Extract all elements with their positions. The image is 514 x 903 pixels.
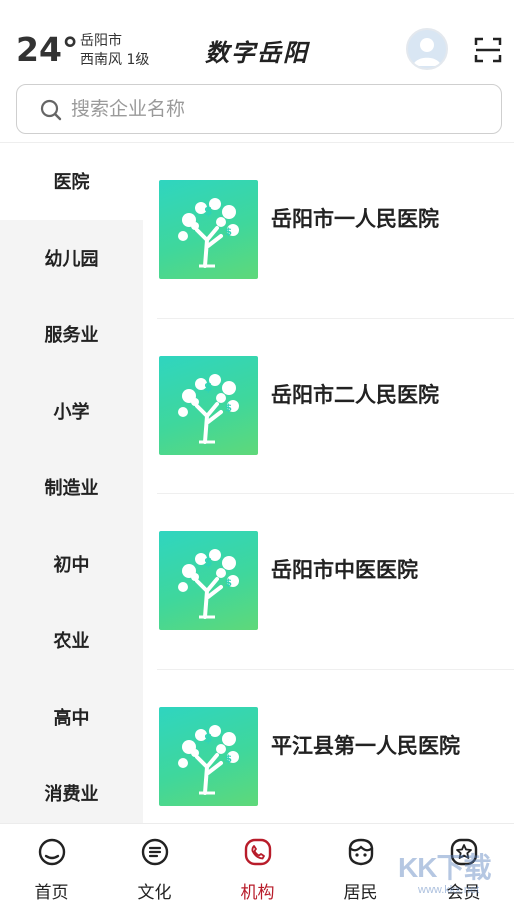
tab-resident[interactable]: 居民: [309, 824, 412, 903]
money-tree-icon: $ $: [159, 180, 258, 279]
sidebar-item-label: 服务业: [44, 325, 99, 347]
tab-label: 机构: [240, 883, 275, 903]
organization-name: 岳阳市中医医院: [271, 558, 418, 582]
sidebar-item-label: 高中: [53, 707, 90, 729]
list-item[interactable]: $ $ 平江县第一人民医院: [157, 670, 514, 824]
resident-icon: [348, 838, 374, 866]
sidebar-item-hospital[interactable]: 医院: [0, 143, 143, 220]
scan-icon[interactable]: [474, 36, 502, 64]
app-root: 24° 岳阳市 西南风 1级 数字岳阳 医院 幼儿园 服务业 小学: [0, 0, 514, 903]
svg-text:$: $: [225, 227, 232, 238]
organization-list: $ $ 岳阳市一人民医院 $ $ 岳阳市二人民医院 $ $ 岳阳市中医医院 $ …: [143, 143, 514, 823]
svg-text:$: $: [225, 754, 232, 765]
search-icon: [40, 99, 62, 121]
sidebar-item-label: 小学: [53, 401, 90, 423]
sidebar-item-label: 消费业: [44, 784, 99, 806]
svg-text:$: $: [204, 380, 212, 394]
user-avatar-icon[interactable]: [406, 28, 448, 70]
tab-institution[interactable]: 机构: [206, 824, 309, 903]
search-input[interactable]: [71, 93, 471, 125]
sidebar-item-service[interactable]: 服务业: [0, 296, 143, 373]
home-icon: [38, 838, 66, 866]
svg-text:$: $: [204, 204, 212, 218]
header: 24° 岳阳市 西南风 1级 数字岳阳: [0, 0, 514, 80]
money-tree-icon: $ $: [159, 531, 258, 630]
tab-home[interactable]: 首页: [0, 824, 103, 903]
sidebar-item-senior-high[interactable]: 高中: [0, 679, 143, 756]
list-item[interactable]: $ $ 岳阳市二人民医院: [157, 319, 514, 494]
phone-icon: [244, 838, 272, 866]
organization-name: 岳阳市二人民医院: [271, 382, 439, 407]
tab-culture[interactable]: 文化: [103, 824, 206, 903]
sidebar-item-label: 农业: [53, 631, 90, 653]
sidebar-item-label: 初中: [53, 554, 90, 576]
category-sidebar: 医院 幼儿园 服务业 小学 制造业 初中 农业 高中 消费业: [0, 143, 143, 823]
svg-text:$: $: [204, 731, 212, 745]
tab-label: 首页: [34, 883, 69, 903]
tab-label: 居民: [343, 883, 378, 903]
organization-name: 平江县第一人民医院: [271, 733, 460, 758]
sidebar-item-junior-high[interactable]: 初中: [0, 526, 143, 603]
organization-name: 岳阳市一人民医院: [271, 207, 439, 231]
svg-text:$: $: [225, 403, 232, 414]
sidebar-item-label: 制造业: [44, 478, 99, 500]
watermark-logo: KK下载: [398, 852, 491, 883]
svg-text:$: $: [225, 578, 232, 589]
sidebar-item-kindergarten[interactable]: 幼儿园: [0, 220, 143, 297]
sidebar-item-label: 幼儿园: [44, 248, 99, 270]
watermark-url: www.kkx.net: [418, 884, 480, 896]
sidebar-item-primary-school[interactable]: 小学: [0, 373, 143, 450]
svg-text:$: $: [204, 555, 212, 569]
sidebar-item-agriculture[interactable]: 农业: [0, 602, 143, 679]
list-item[interactable]: $ $ 岳阳市中医医院: [157, 494, 514, 670]
search-bar[interactable]: [16, 84, 502, 134]
sidebar-item-label: 医院: [53, 172, 90, 194]
money-tree-icon: $ $: [159, 355, 258, 455]
tab-label: 文化: [137, 883, 172, 903]
sidebar-item-manufacturing[interactable]: 制造业: [0, 449, 143, 526]
money-tree-icon: $ $: [159, 706, 258, 806]
culture-icon: [141, 838, 169, 866]
list-item[interactable]: $ $ 岳阳市一人民医院: [157, 143, 514, 319]
sidebar-item-consumer[interactable]: 消费业: [0, 755, 143, 823]
